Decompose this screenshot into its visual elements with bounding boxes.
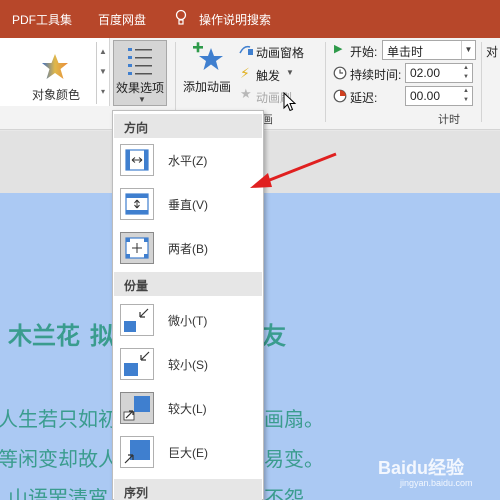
gallery-object-color[interactable]: 对象颜色 [30, 44, 80, 104]
menu-item-both[interactable]: 两者(B) [114, 227, 262, 269]
slide-title-right: 友 [262, 321, 286, 350]
horizontal-arrows-icon [120, 144, 154, 176]
effect-options-button[interactable]: 效果选项 ▼ [113, 40, 167, 106]
effect-options-menu: 方向 水平(Z) 垂直(V) 两者(B) 份量 微小(T) 较小(S) 较大(L… [112, 110, 264, 500]
slide-line-2-left: 等闲变却故人 [0, 447, 118, 471]
mouse-cursor-icon [283, 92, 297, 112]
delay-input[interactable]: 00.00 ▲ ▼ [405, 86, 473, 106]
gallery-expand-icon[interactable]: ▾ [97, 82, 109, 102]
menu-item-label: 水平(Z) [168, 154, 208, 168]
slide-line-3-right: 不怨。 [264, 486, 324, 500]
trigger-chevron-icon: ▼ [286, 68, 294, 77]
start-select[interactable]: 单击时 ▼ [382, 40, 476, 60]
menu-item-huge[interactable]: 巨大(E) [114, 431, 262, 473]
menu-item-horizontal[interactable]: 水平(Z) [114, 139, 262, 181]
menu-item-label: 较小(S) [168, 358, 208, 372]
separator [325, 42, 326, 122]
watermark: Baidu经验 jingyan.baidu.com [378, 454, 473, 488]
play-icon: ▶ [334, 43, 343, 55]
slide-line-1-left: 人生若只如初 [0, 407, 118, 431]
menu-item-label: 巨大(E) [168, 446, 208, 460]
effect-options-icon [128, 48, 152, 75]
title-bar: PDF工具集 百度网盘 操作说明搜索 [0, 0, 500, 38]
reorder-label: 对 [486, 45, 499, 59]
vertical-arrows-icon [120, 188, 154, 220]
section-direction-header: 方向 [114, 114, 262, 138]
gallery-scroll[interactable]: ▲ ▼ ▾ [96, 42, 109, 104]
menu-item-label: 垂直(V) [168, 198, 208, 212]
menu-item-larger[interactable]: 较大(L) [114, 387, 262, 429]
annotation-arrow [250, 152, 337, 188]
delay-value: 00.00 [410, 89, 441, 103]
menu-item-tiny[interactable]: 微小(T) [114, 299, 262, 341]
smaller-icon [120, 348, 154, 380]
delay-spinner[interactable]: ▲ ▼ [460, 87, 472, 105]
scroll-down-icon[interactable]: ▼ [97, 62, 109, 82]
menu-item-smaller[interactable]: 较小(S) [114, 343, 262, 385]
tell-me-search[interactable]: 操作说明搜索 [199, 11, 271, 28]
separator [481, 42, 482, 122]
slide-line-1-right: 画扇。 [264, 407, 324, 431]
larger-icon [120, 392, 154, 424]
slide-line-2-right: 易变。 [264, 447, 324, 471]
duration-input[interactable]: 02.00 ▲ ▼ [405, 63, 473, 83]
timing-group-label: 计时 [438, 114, 460, 126]
star-icon [42, 54, 68, 79]
add-animation-star-icon [193, 42, 223, 70]
watermark-brand: Baidu经验 [378, 458, 465, 478]
delay-label: 延迟: [350, 91, 378, 105]
both-arrows-icon [120, 232, 154, 264]
start-label: 开始: [350, 45, 378, 59]
tiny-icon [120, 304, 154, 336]
gallery-label: 对象颜色 [31, 88, 80, 102]
tab-baidu-netdisk[interactable]: 百度网盘 [98, 11, 146, 28]
add-animation-button[interactable]: 添加动画 [183, 42, 235, 102]
menu-item-label: 两者(B) [168, 242, 208, 256]
start-select-value: 单击时 [387, 45, 424, 59]
section-amount-header: 份量 [114, 272, 262, 296]
duration-value: 02.00 [410, 66, 441, 80]
slide-title-mid: 拟 [90, 321, 114, 350]
effect-options-label: 效果选项 [116, 81, 165, 95]
trigger-button[interactable]: 触发 [256, 67, 280, 84]
tab-pdf-tools[interactable]: PDF工具集 [12, 11, 72, 28]
menu-item-label: 较大(L) [168, 402, 207, 416]
duration-spinner[interactable]: ▲ ▼ [460, 64, 472, 82]
lightbulb-icon [175, 9, 187, 25]
delay-clock-icon [333, 89, 347, 103]
watermark-url: jingyan.baidu.com [400, 478, 473, 488]
menu-item-vertical[interactable]: 垂直(V) [114, 183, 262, 225]
section-sequence-header: 序列 [114, 479, 262, 500]
painter-star-icon: ★ [240, 86, 252, 101]
menu-item-label: 微小(T) [168, 314, 208, 328]
animation-pane-icon [239, 45, 253, 55]
chevron-down-icon: ▼ [138, 95, 146, 104]
clock-icon [333, 66, 347, 80]
duration-label: 持续时间: [350, 68, 402, 82]
add-animation-label: 添加动画 [183, 80, 232, 94]
slide-line-3-left: 山语罢清宵 [8, 486, 108, 500]
scroll-up-icon[interactable]: ▲ [97, 42, 109, 62]
lightning-icon: ⚡ [240, 65, 250, 81]
slide-title-left: 木兰花 [8, 321, 80, 350]
huge-icon [120, 436, 154, 468]
chevron-down-icon: ▼ [461, 41, 475, 59]
animation-pane-button[interactable]: 动画窗格 [256, 44, 304, 61]
